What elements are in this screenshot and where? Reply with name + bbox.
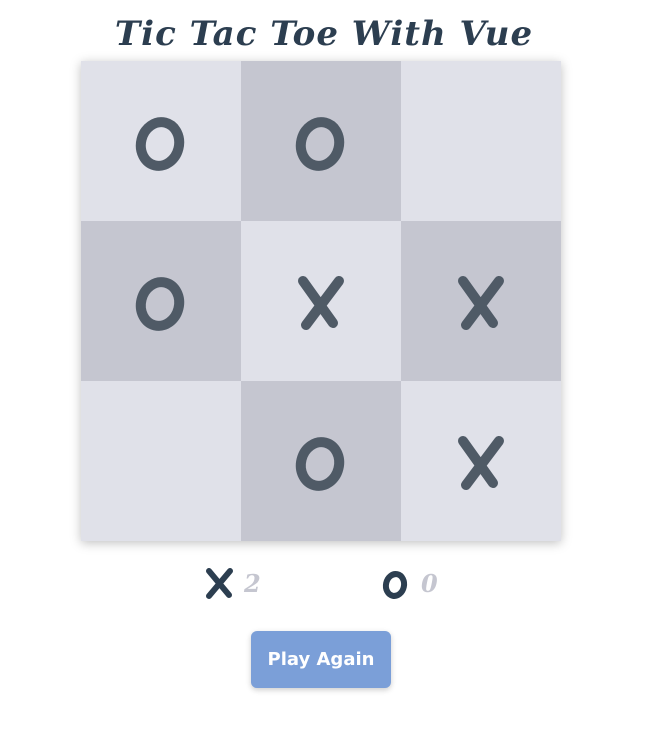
x-mark-icon bbox=[449, 429, 513, 493]
board-cell[interactable] bbox=[81, 61, 241, 221]
x-mark-icon bbox=[204, 566, 234, 600]
board-cell[interactable] bbox=[241, 221, 401, 381]
x-mark-icon bbox=[289, 269, 353, 333]
score-o-count: 0 bbox=[421, 568, 438, 598]
board-cell[interactable] bbox=[81, 221, 241, 381]
page-title: Tic Tac Toe With Vue bbox=[114, 14, 534, 54]
o-mark-icon bbox=[289, 109, 353, 173]
board-cell[interactable] bbox=[401, 381, 561, 541]
o-mark-icon bbox=[381, 566, 411, 600]
play-again-button[interactable]: Play Again bbox=[251, 631, 391, 688]
o-mark-icon bbox=[129, 109, 193, 173]
score-o: 0 bbox=[381, 566, 438, 600]
score-x-count: 2 bbox=[244, 568, 261, 598]
score-x: 2 bbox=[204, 566, 261, 600]
game-board bbox=[81, 61, 561, 541]
board-cell[interactable] bbox=[241, 61, 401, 221]
o-mark-icon bbox=[129, 269, 193, 333]
board-cell[interactable] bbox=[81, 381, 241, 541]
o-mark-icon bbox=[289, 429, 353, 493]
board-cell[interactable] bbox=[241, 381, 401, 541]
x-mark-icon bbox=[449, 269, 513, 333]
board-cell[interactable] bbox=[401, 221, 561, 381]
board-cell[interactable] bbox=[401, 61, 561, 221]
